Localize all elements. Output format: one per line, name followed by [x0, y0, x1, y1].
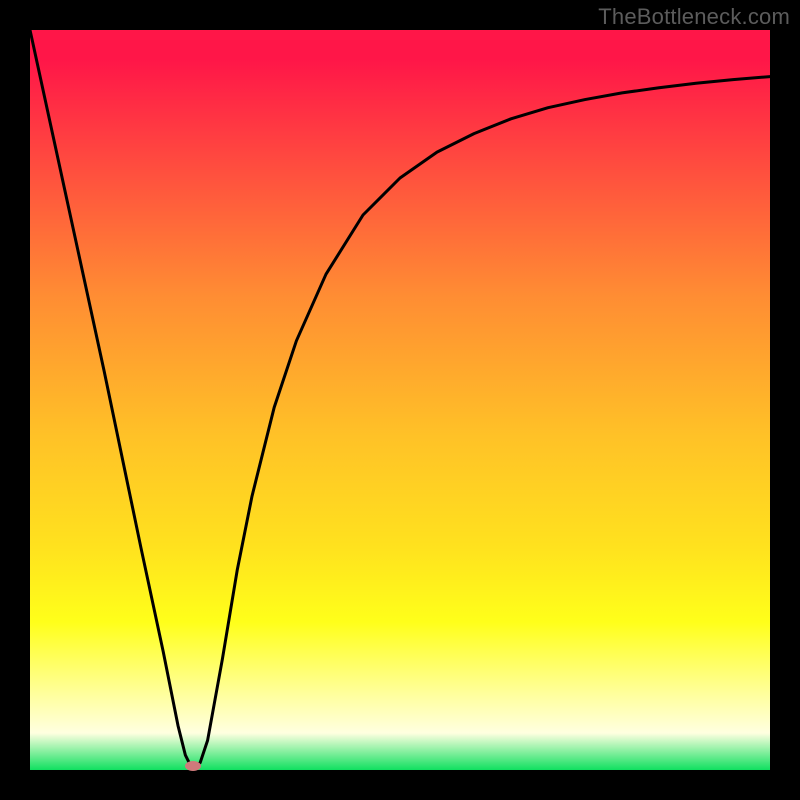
minimum-marker — [185, 761, 201, 771]
plot-area — [30, 30, 770, 770]
bottleneck-curve — [30, 30, 770, 770]
chart-frame: TheBottleneck.com — [0, 0, 800, 800]
watermark-text: TheBottleneck.com — [598, 4, 790, 30]
